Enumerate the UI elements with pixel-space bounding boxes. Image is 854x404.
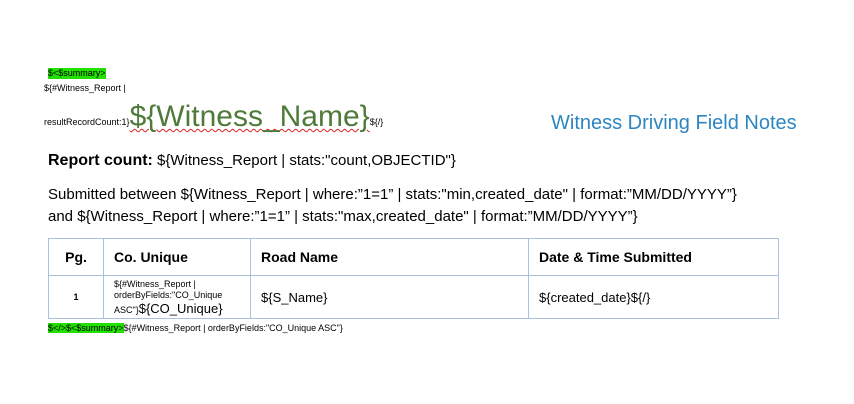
co-unique-line3: ASC"} <box>114 304 139 315</box>
co-unique-line2: orderByFields:"CO_Unique <box>114 289 223 300</box>
cell-road-name: ${S_Name} <box>250 275 529 319</box>
witness-report-open-line1: ${#Witness_Report | <box>44 83 126 93</box>
footer-line: $</>$<$summary>${#Witness_Report | order… <box>48 323 343 334</box>
table-row: 1 ${#Witness_Report | orderByFields:"CO_… <box>48 275 779 319</box>
witness-close-tag: ${/} <box>369 117 384 127</box>
col-header-pg: Pg. <box>48 238 104 276</box>
report-count-label: Report count: <box>48 152 153 169</box>
witness-name-row: resultRecordCount:1} ${Witness_Name} ${/… <box>44 100 383 134</box>
co-unique-field: ${CO_Unique} <box>138 300 223 316</box>
co-unique-line1: ${#Witness_Report | <box>114 278 196 289</box>
col-header-co-unique: Co. Unique <box>103 238 251 276</box>
report-count-expression: ${Witness_Report | stats:"count,OBJECTID… <box>157 152 456 169</box>
col-header-road-name: Road Name <box>250 238 529 276</box>
footer-expression: ${#Witness_Report | orderByFields:"CO_Un… <box>123 323 343 333</box>
witness-name-field: ${Witness_Name} <box>129 100 370 133</box>
submitted-line-2: and ${Witness_Report | where:”1=1” | sta… <box>48 208 638 225</box>
table-header-row: Pg. Co. Unique Road Name Date & Time Sub… <box>48 238 779 276</box>
report-count-line: Report count: ${Witness_Report | stats:"… <box>48 150 456 172</box>
document-title: Witness Driving Field Notes <box>551 112 797 134</box>
summary-open-tag: $<$summary> <box>48 68 106 79</box>
witness-report-open-line2: resultRecordCount:1} <box>44 117 130 127</box>
footer-highlighted-tags: $</>$<$summary> <box>48 323 124 333</box>
col-header-date-time: Date & Time Submitted <box>528 238 779 276</box>
field-notes-table: Pg. Co. Unique Road Name Date & Time Sub… <box>48 238 779 319</box>
cell-co-unique: ${#Witness_Report | orderByFields:"CO_Un… <box>103 275 251 319</box>
submitted-line-1: Submitted between ${Witness_Report | whe… <box>48 186 737 203</box>
cell-pg: 1 <box>48 275 104 319</box>
cell-date-time: ${created_date}${/} <box>528 275 779 319</box>
